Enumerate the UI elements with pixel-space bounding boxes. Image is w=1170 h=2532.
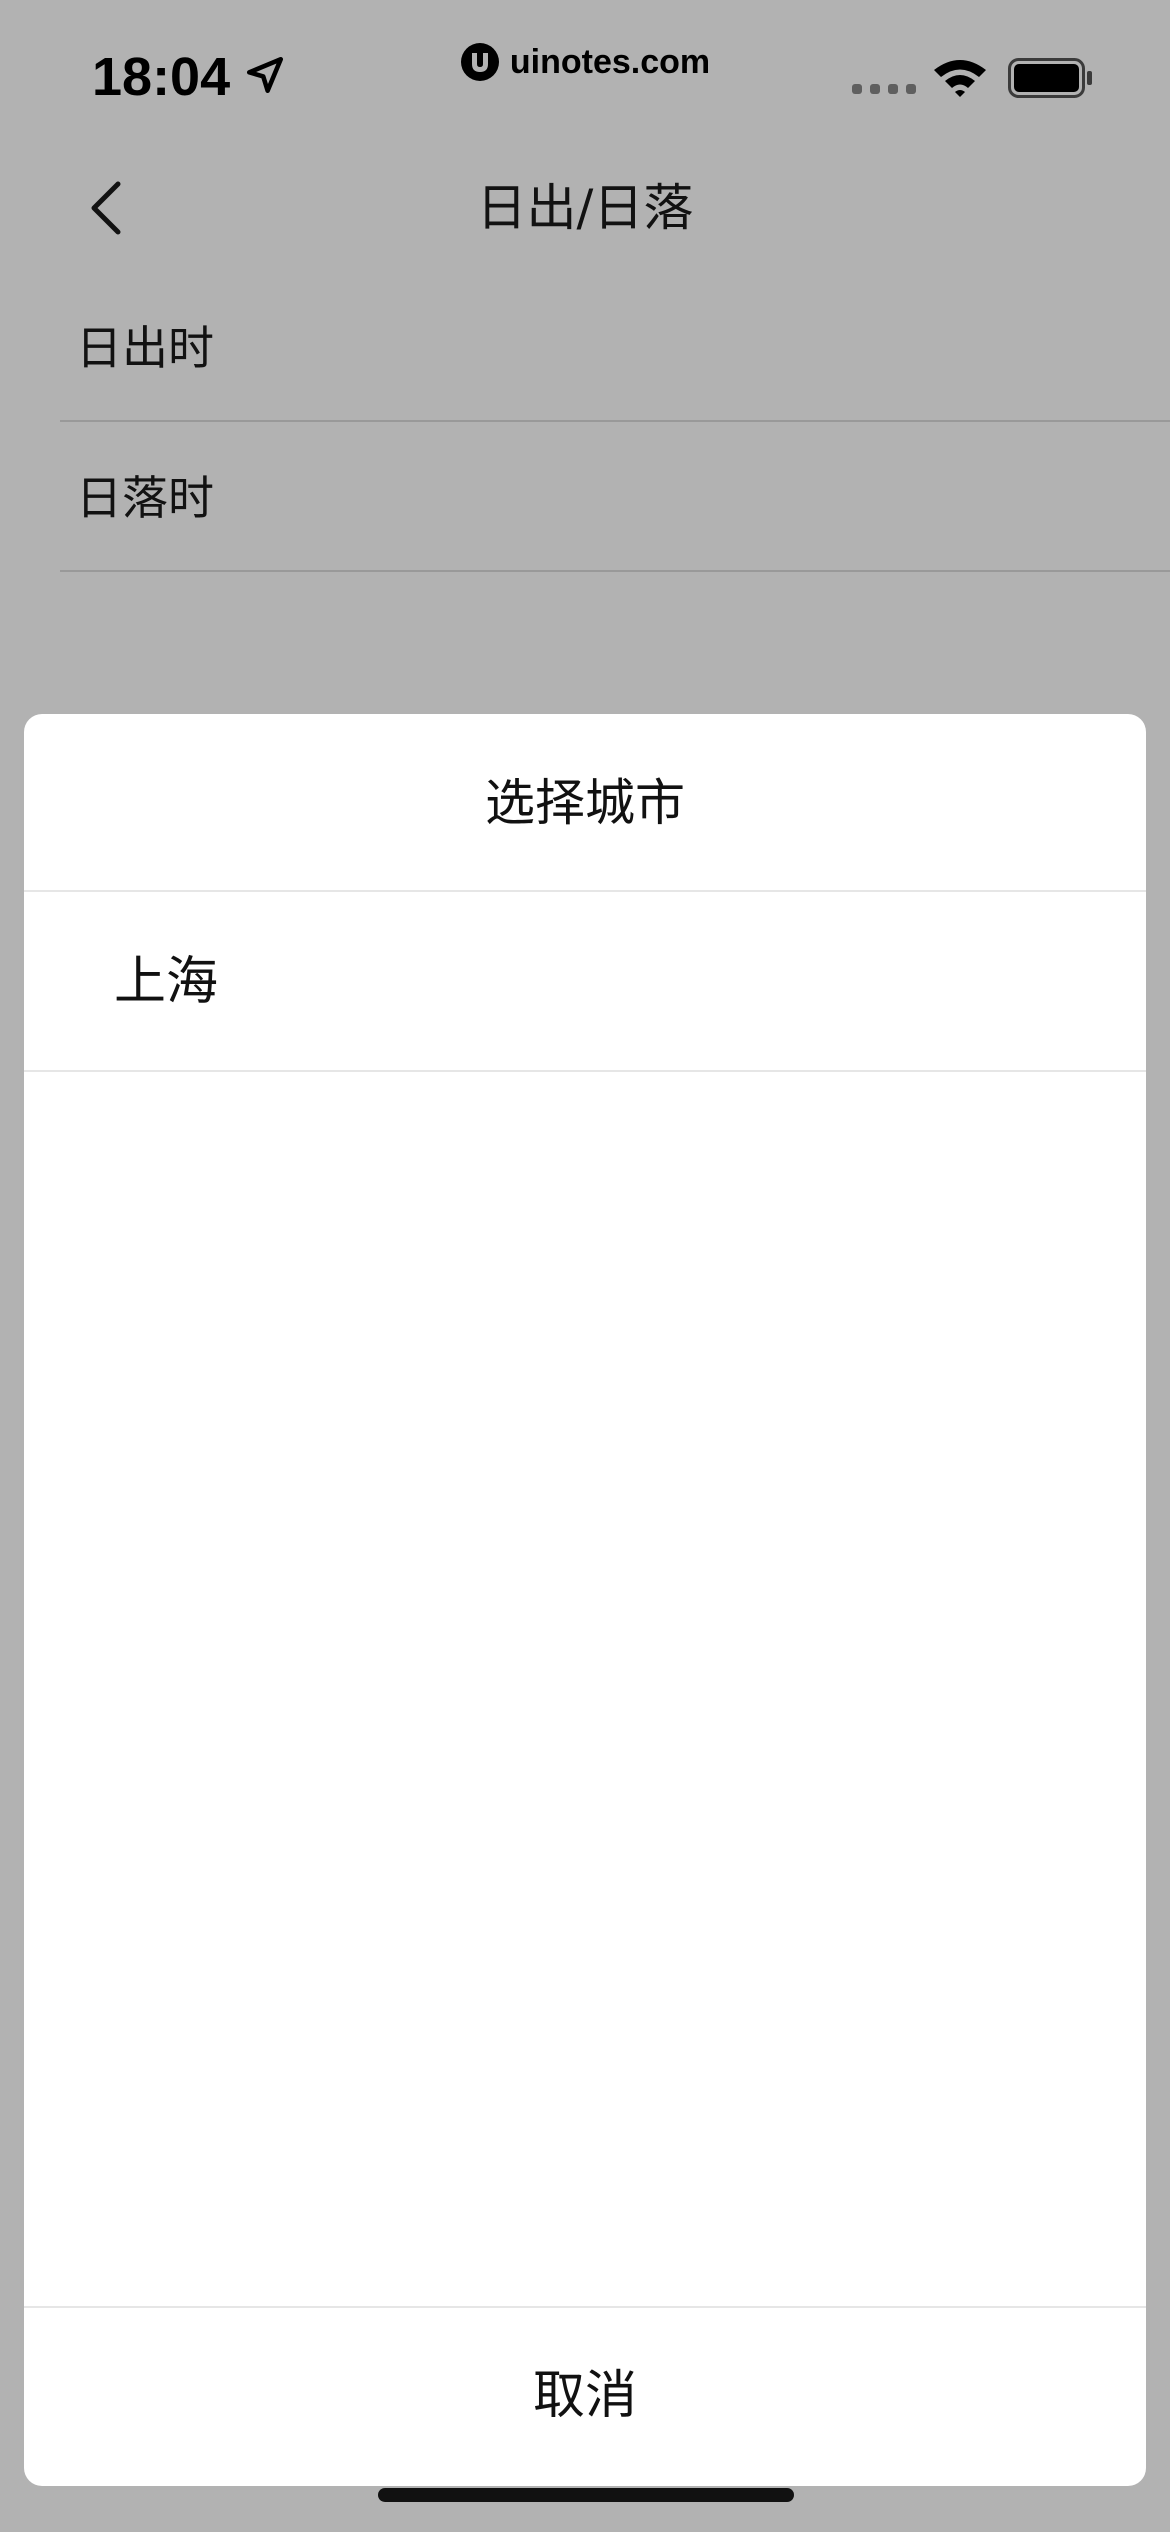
city-option-label: 上海: [114, 952, 219, 1012]
city-picker-sheet: 选择城市 上海 取消: [24, 714, 1146, 2486]
cancel-button[interactable]: 取消: [24, 2306, 1146, 2486]
city-option-shanghai[interactable]: 上海: [24, 892, 1146, 1072]
sheet-title: 选择城市: [24, 714, 1146, 892]
home-indicator: [378, 2488, 794, 2502]
